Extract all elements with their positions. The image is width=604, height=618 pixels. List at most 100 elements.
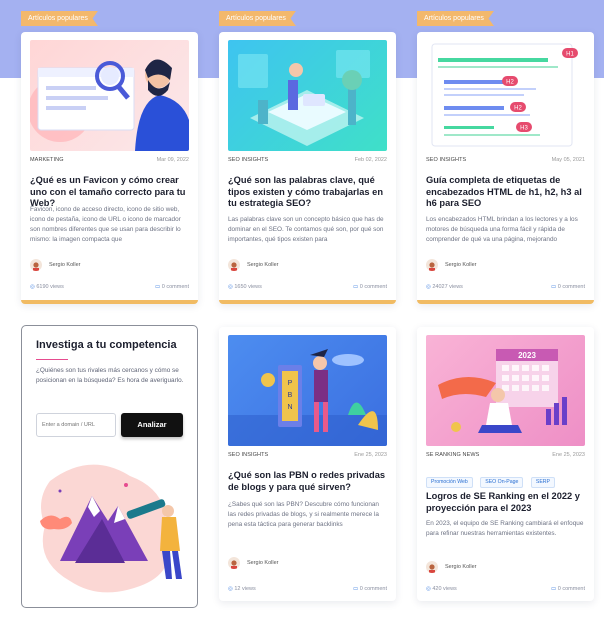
article-author[interactable]: Sergio Koller	[426, 259, 546, 273]
article-date: Mar 09, 2022	[156, 157, 189, 163]
article-thumbnail[interactable]: H1 H2 H2 H3	[426, 40, 585, 151]
eye-icon: ◎	[30, 284, 35, 290]
article-date: Feb 02, 2022	[354, 157, 387, 163]
pbn-illustration: P B N	[228, 349, 387, 446]
article-title[interactable]: ¿Qué son las palabras clave, qué tipos e…	[228, 175, 390, 210]
article-date: Ene 25, 2023	[354, 452, 387, 458]
heading-tag: H2	[502, 76, 518, 86]
comment-icon: ▭	[551, 586, 557, 592]
article-author[interactable]: Sergio Koller	[30, 259, 150, 273]
article-card[interactable]: 2023 SE RANKING NEWS Ene 25, 2023 Promoc…	[417, 327, 594, 601]
article-title[interactable]: Guía completa de etiquetas de encabezado…	[426, 175, 588, 210]
tag-seo-on-page[interactable]: SEO On-Page	[480, 477, 524, 488]
article-category[interactable]: SE RANKING NEWS	[426, 452, 479, 458]
comment-icon: ▭	[353, 284, 359, 290]
widget-description: ¿Quiénes son tus rivales más cercanos y …	[36, 367, 184, 384]
article-meta: SE RANKING NEWS Ene 25, 2023	[426, 452, 585, 462]
author-name: Sergio Koller	[247, 560, 279, 566]
calendar-year: 2023	[518, 351, 536, 360]
article-date: Ene 25, 2023	[552, 452, 585, 458]
svg-text:H2: H2	[506, 80, 514, 86]
article-meta: MARKETING Mar 09, 2022	[30, 157, 189, 167]
heading-tag: H3	[516, 122, 532, 132]
article-category[interactable]: MARKETING	[30, 157, 64, 163]
popular-ribbon: Artículos populares	[21, 11, 98, 26]
article-meta: SEO INSIGHTS Feb 02, 2022	[228, 157, 387, 167]
title-underline	[36, 359, 68, 360]
article-author[interactable]: Sergio Koller	[228, 259, 348, 273]
article-excerpt: En 2023, el equipo de SE Ranking cambiar…	[426, 520, 584, 537]
comments-count[interactable]: ▭ 0 comment	[551, 586, 585, 592]
article-date: May 05, 2021	[551, 157, 585, 163]
pbn-label: B	[288, 392, 293, 399]
article-card[interactable]: H1 H2 H2 H3 SEO INSIGHTS May 05, 2021 Gu…	[417, 32, 594, 304]
article-category[interactable]: SEO INSIGHTS	[228, 452, 268, 458]
pbn-label: P	[288, 380, 293, 387]
article-thumbnail[interactable]: P B N	[228, 335, 387, 446]
mountain-telescope-illustration	[40, 464, 182, 593]
article-thumbnail[interactable]	[30, 40, 189, 151]
heading-tag: H1	[562, 48, 578, 58]
eye-icon: ◎	[228, 586, 233, 592]
article-stats: ◎ 24027 views ▭ 0 comment	[426, 284, 585, 292]
views-count: ◎ 1650 views	[228, 284, 262, 290]
eye-icon: ◎	[228, 284, 233, 290]
views-count: ◎ 420 views	[426, 586, 457, 592]
article-thumbnail[interactable]: 2023	[426, 335, 585, 446]
svg-text:H1: H1	[566, 52, 574, 58]
views-count: ◎ 24027 views	[426, 284, 463, 290]
article-meta: SEO INSIGHTS Ene 25, 2023	[228, 452, 387, 462]
article-author[interactable]: Sergio Koller	[426, 561, 546, 575]
comment-icon: ▭	[353, 586, 359, 592]
year-2023-illustration: 2023	[438, 349, 567, 433]
tag-list: Promoción Web SEO On-Page SERP	[426, 470, 586, 488]
article-excerpt: Los encabezados HTML brindan a los lecto…	[426, 216, 578, 243]
popular-ribbon: Artículos populares	[417, 11, 494, 26]
author-name: Sergio Koller	[49, 262, 81, 268]
article-card[interactable]: MARKETING Mar 09, 2022 ¿Qué es un Favico…	[21, 32, 198, 304]
widget-title: Investiga a tu competencia	[36, 339, 177, 351]
article-category[interactable]: SEO INSIGHTS	[228, 157, 268, 163]
analyze-button[interactable]: Analizar	[121, 413, 183, 437]
avatar	[30, 259, 42, 271]
article-card[interactable]: SEO INSIGHTS Feb 02, 2022 ¿Qué son las p…	[219, 32, 396, 304]
article-category[interactable]: SEO INSIGHTS	[426, 157, 466, 163]
article-stats: ◎ 6190 views ▭ 0 comment	[30, 284, 189, 292]
avatar	[228, 259, 240, 271]
author-name: Sergio Koller	[445, 262, 477, 268]
comments-count[interactable]: ▭ 0 comment	[353, 284, 387, 290]
tag-serp[interactable]: SERP	[530, 477, 556, 488]
tag-promocion-web[interactable]: Promoción Web	[426, 477, 473, 488]
eye-icon: ◎	[426, 586, 431, 592]
comments-count[interactable]: ▭ 0 comment	[155, 284, 189, 290]
article-title[interactable]: ¿Qué son las PBN o redes privadas de blo…	[228, 470, 390, 493]
article-thumbnail[interactable]	[228, 40, 387, 151]
headings-illustration: H1 H2 H2 H3	[431, 43, 578, 147]
article-title[interactable]: Logros de SE Ranking en el 2022 y proyec…	[426, 491, 588, 514]
domain-input[interactable]	[36, 413, 116, 437]
article-author[interactable]: Sergio Koller	[228, 557, 348, 571]
keywords-illustration	[238, 50, 370, 146]
article-card[interactable]: P B N SEO INSIGHTS Ene 25, 2023 ¿Qué son…	[219, 327, 396, 601]
comment-icon: ▭	[155, 284, 161, 290]
article-meta: SEO INSIGHTS May 05, 2021	[426, 157, 585, 167]
article-excerpt: Las palabras clave son un concepto básic…	[228, 216, 384, 243]
eye-icon: ◎	[426, 284, 431, 290]
article-stats: ◎ 12 views ▭ 0 comment	[228, 586, 387, 594]
views-count: ◎ 6190 views	[30, 284, 64, 290]
article-stats: ◎ 420 views ▭ 0 comment	[426, 586, 585, 594]
svg-text:H3: H3	[520, 126, 528, 132]
article-excerpt: ¿Sabes qué son las PBN? Descubre cómo fu…	[228, 501, 379, 528]
comments-count[interactable]: ▭ 0 comment	[551, 284, 585, 290]
author-name: Sergio Koller	[445, 564, 477, 570]
svg-text:H2: H2	[514, 106, 522, 112]
article-excerpt: Favicon, icono de acceso directo, icono …	[30, 206, 181, 243]
avatar	[426, 259, 438, 271]
avatar	[426, 561, 438, 573]
heading-tag: H2	[510, 102, 526, 112]
avatar	[228, 557, 240, 569]
pbn-label: N	[287, 404, 292, 411]
comment-icon: ▭	[551, 284, 557, 290]
comments-count[interactable]: ▭ 0 comment	[353, 586, 387, 592]
views-count: ◎ 12 views	[228, 586, 256, 592]
